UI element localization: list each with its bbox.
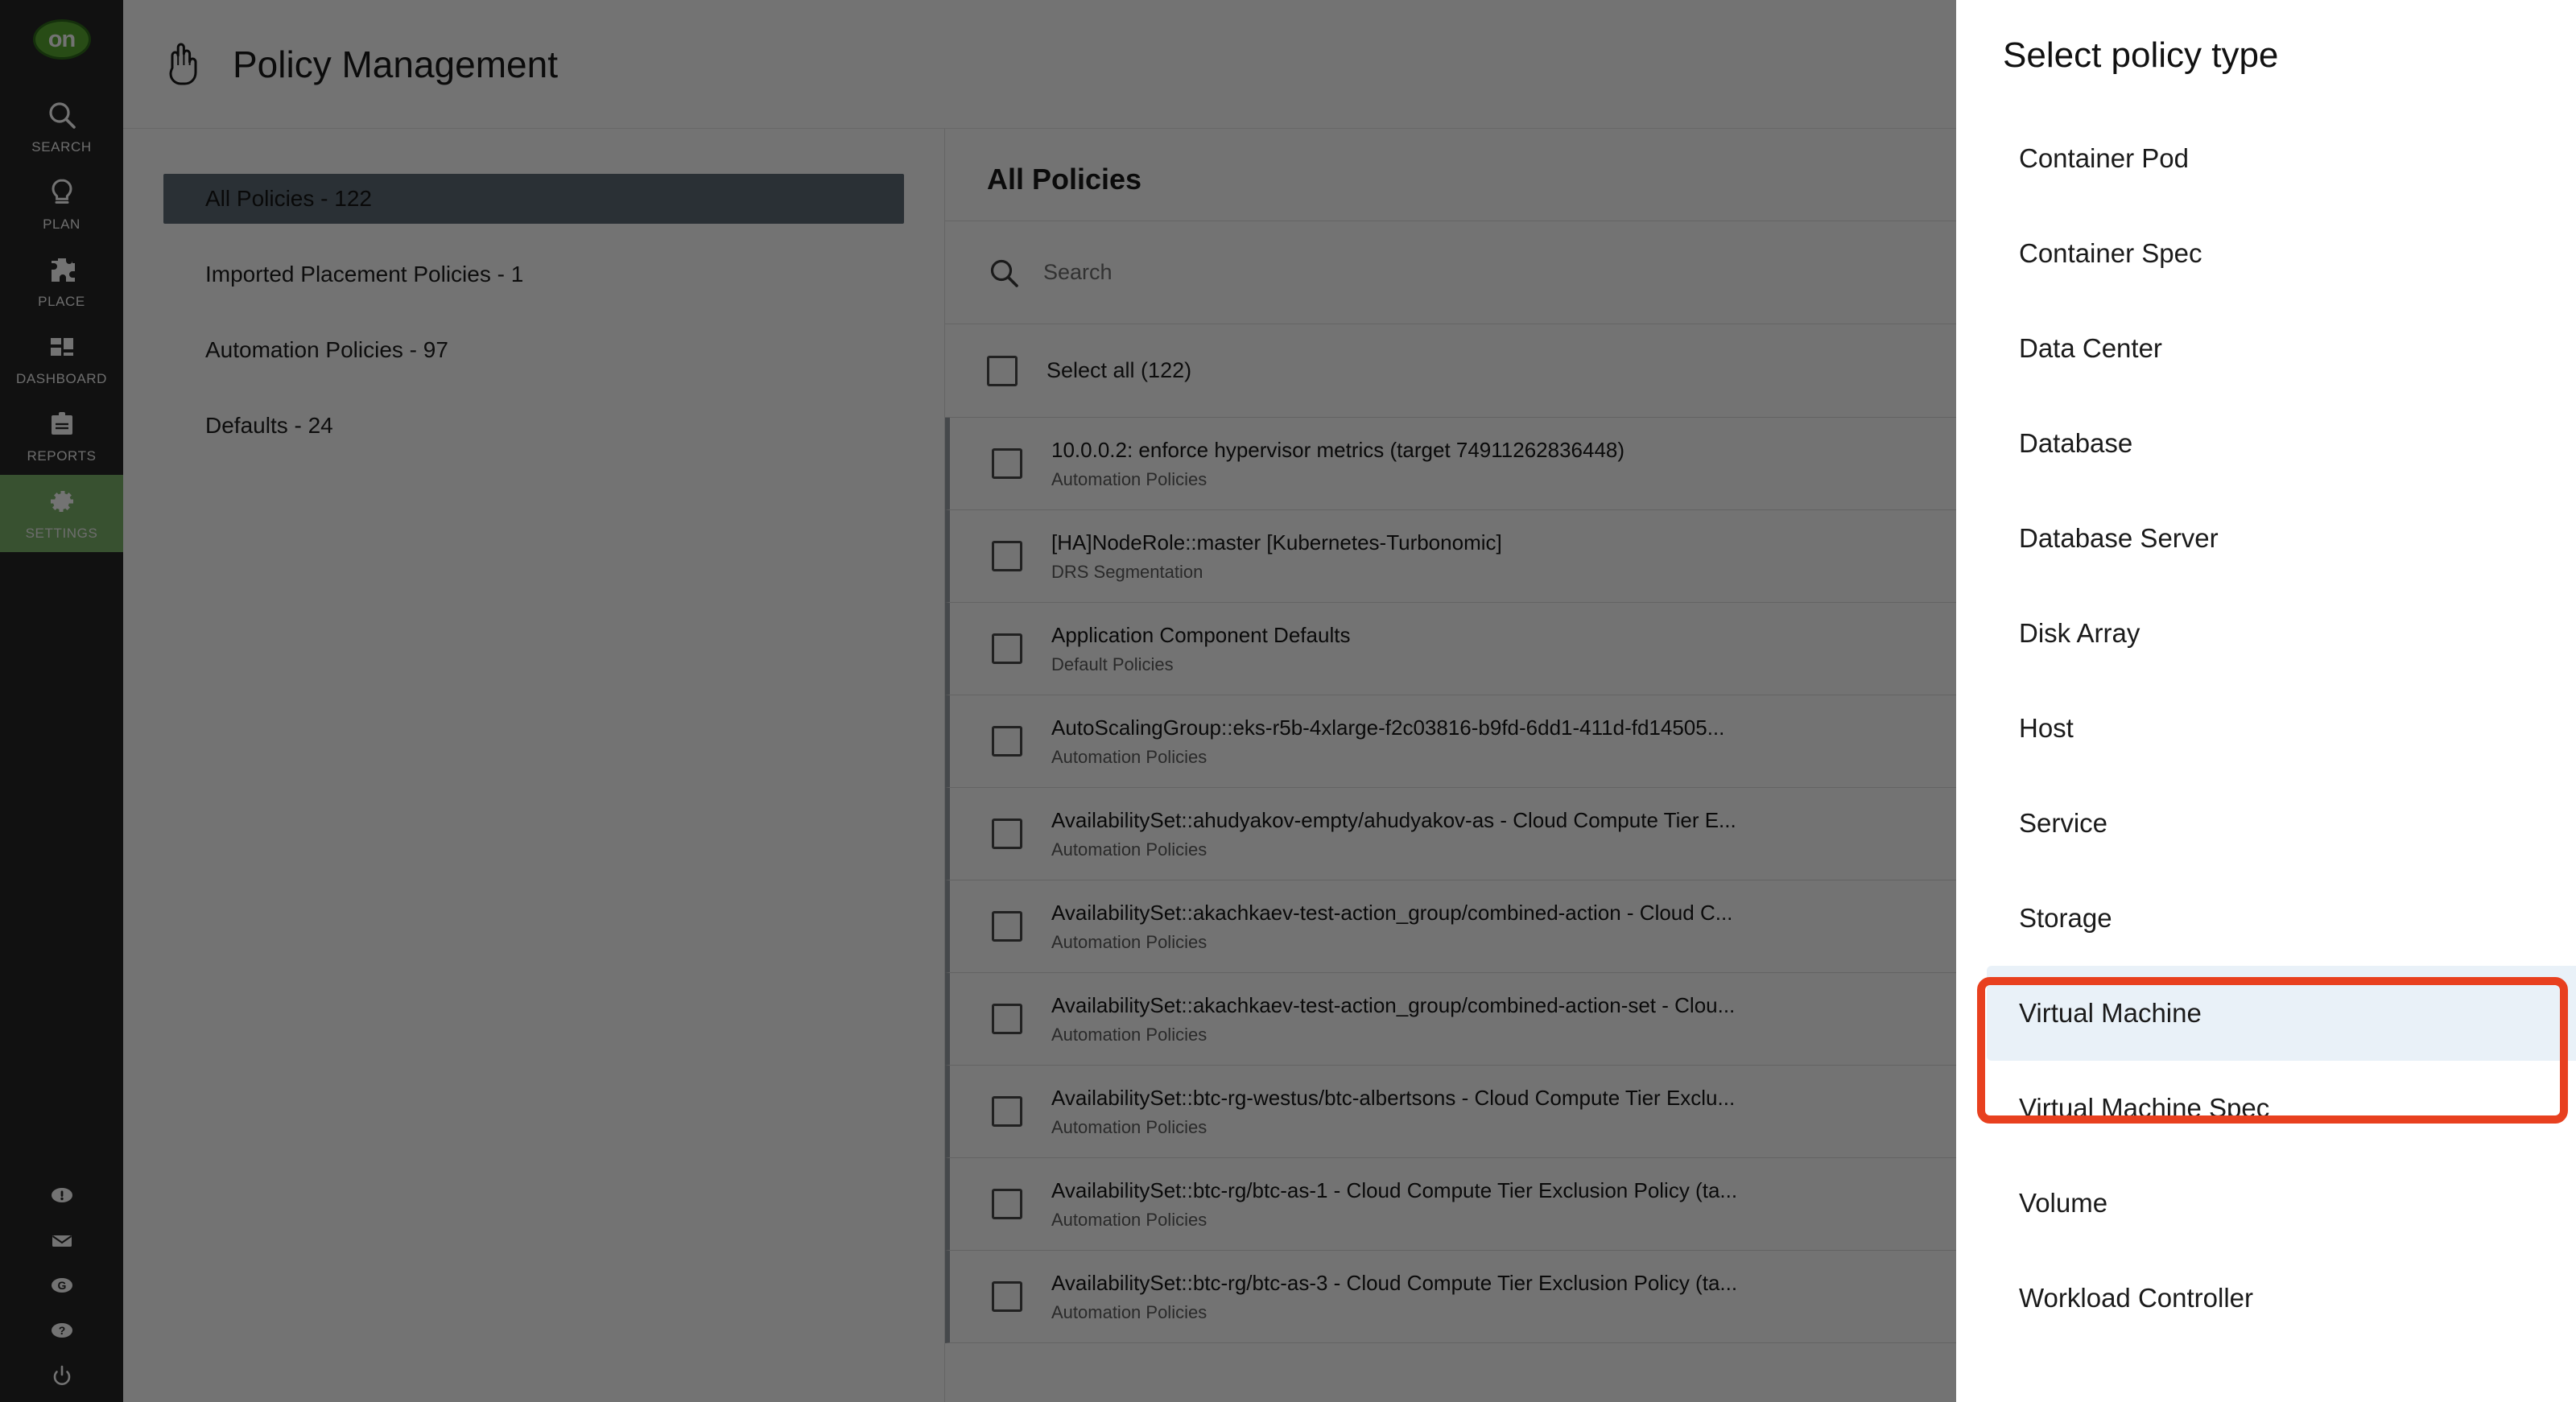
policy-type-option-storage[interactable]: Storage [1956,871,2576,966]
policy-type-option-container-pod[interactable]: Container Pod [1956,111,2576,206]
option-label: Host [2019,713,2074,743]
policy-type-option-service[interactable]: Service [1956,776,2576,871]
policy-type-option-disk-array[interactable]: Disk Array [1956,586,2576,681]
option-label: Volume [2019,1188,2108,1218]
policy-type-option-host[interactable]: Host [1956,681,2576,776]
policy-type-option-database[interactable]: Database [1956,396,2576,491]
policy-type-option-data-center[interactable]: Data Center [1956,301,2576,396]
option-label: Database Server [2019,523,2219,553]
policy-type-option-virtual-machine-spec[interactable]: Virtual Machine Spec [1956,1061,2576,1156]
select-policy-type-panel: Select policy type ✖ Container Pod Conta… [1956,0,2576,1402]
option-label: Virtual Machine [2019,998,2202,1028]
policy-type-option-database-server[interactable]: Database Server [1956,491,2576,586]
policy-type-option-list: Container Pod Container Spec Data Center… [1956,111,2576,1346]
policy-type-option-workload-controller[interactable]: Workload Controller [1956,1251,2576,1346]
policy-type-option-container-spec[interactable]: Container Spec [1956,206,2576,301]
option-label: Container Spec [2019,238,2202,268]
option-label: Database [2019,428,2133,458]
option-label: Workload Controller [2019,1283,2254,1313]
option-label: Storage [2019,903,2112,933]
panel-title: Select policy type [2003,35,2279,75]
policy-type-option-virtual-machine[interactable]: Virtual Machine [1987,966,2576,1061]
panel-header: Select policy type ✖ [1956,0,2576,76]
option-label: Container Pod [2019,143,2189,173]
policy-type-option-volume[interactable]: Volume [1956,1156,2576,1251]
option-label: Disk Array [2019,618,2140,648]
option-label: Data Center [2019,333,2162,363]
option-label: Virtual Machine Spec [2019,1093,2270,1123]
option-label: Service [2019,808,2108,838]
